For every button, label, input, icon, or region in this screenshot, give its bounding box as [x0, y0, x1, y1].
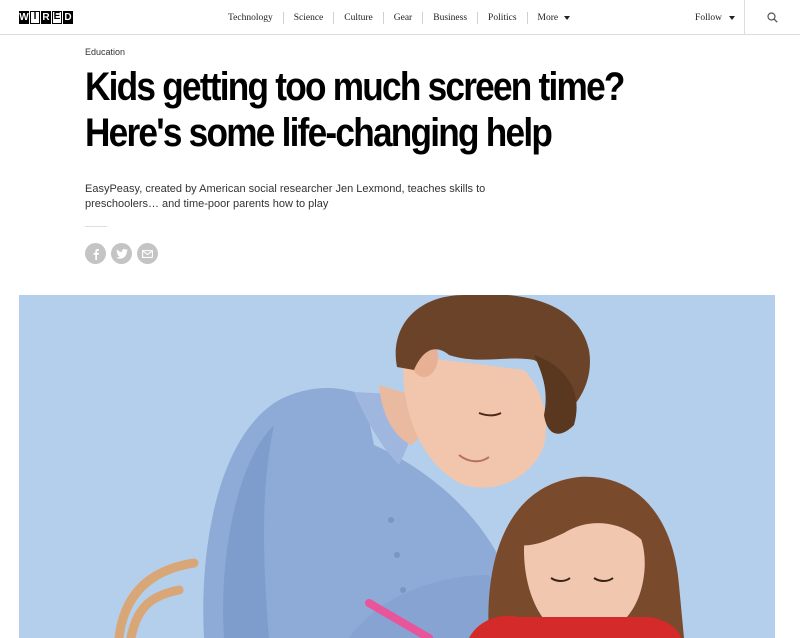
search-icon [767, 12, 778, 23]
nav-item-culture[interactable]: Culture [333, 11, 383, 24]
share-facebook-button[interactable] [85, 243, 106, 264]
nav-item-science[interactable]: Science [282, 11, 334, 24]
nav-item-gear[interactable]: Gear [382, 11, 422, 24]
facebook-icon [93, 248, 99, 260]
nav-more-button[interactable]: More [526, 11, 581, 24]
wired-logo[interactable]: W I R E D [19, 11, 73, 24]
nav-item-politics[interactable]: Politics [477, 11, 527, 24]
article-category[interactable]: Education [85, 47, 125, 57]
chevron-down-icon [728, 15, 735, 20]
hero-image [19, 295, 775, 638]
follow-label: Follow [695, 12, 722, 23]
share-buttons [85, 243, 158, 264]
section-menu: Technology Science Culture Gear Business… [218, 0, 580, 35]
share-email-button[interactable] [137, 243, 158, 264]
headline-line: Here's some life-changing help [85, 111, 553, 155]
hero-illustration [19, 295, 775, 638]
logo-letter: W [19, 11, 29, 24]
logo-letter: R [41, 11, 51, 24]
share-twitter-button[interactable] [111, 243, 132, 264]
logo-letter: E [52, 11, 62, 24]
logo-letter: D [63, 11, 73, 24]
divider [85, 226, 107, 227]
article-headline: Kids getting too much screen time? Here'… [85, 64, 625, 156]
article-dek: EasyPeasy, created by American social re… [85, 183, 486, 210]
follow-button[interactable]: Follow [686, 0, 744, 35]
search-button[interactable] [744, 0, 800, 35]
nav-more-label: More [537, 12, 559, 23]
nav-item-business[interactable]: Business [422, 11, 477, 24]
nav-item-technology[interactable]: Technology [218, 12, 283, 24]
twitter-icon [115, 248, 128, 259]
top-navigation: W I R E D Technology Science Culture Gea… [0, 0, 800, 35]
email-icon [142, 249, 153, 258]
chevron-down-icon [564, 15, 571, 20]
logo-letter: I [30, 11, 40, 24]
headline-line: Kids getting too much screen time? [85, 65, 625, 109]
